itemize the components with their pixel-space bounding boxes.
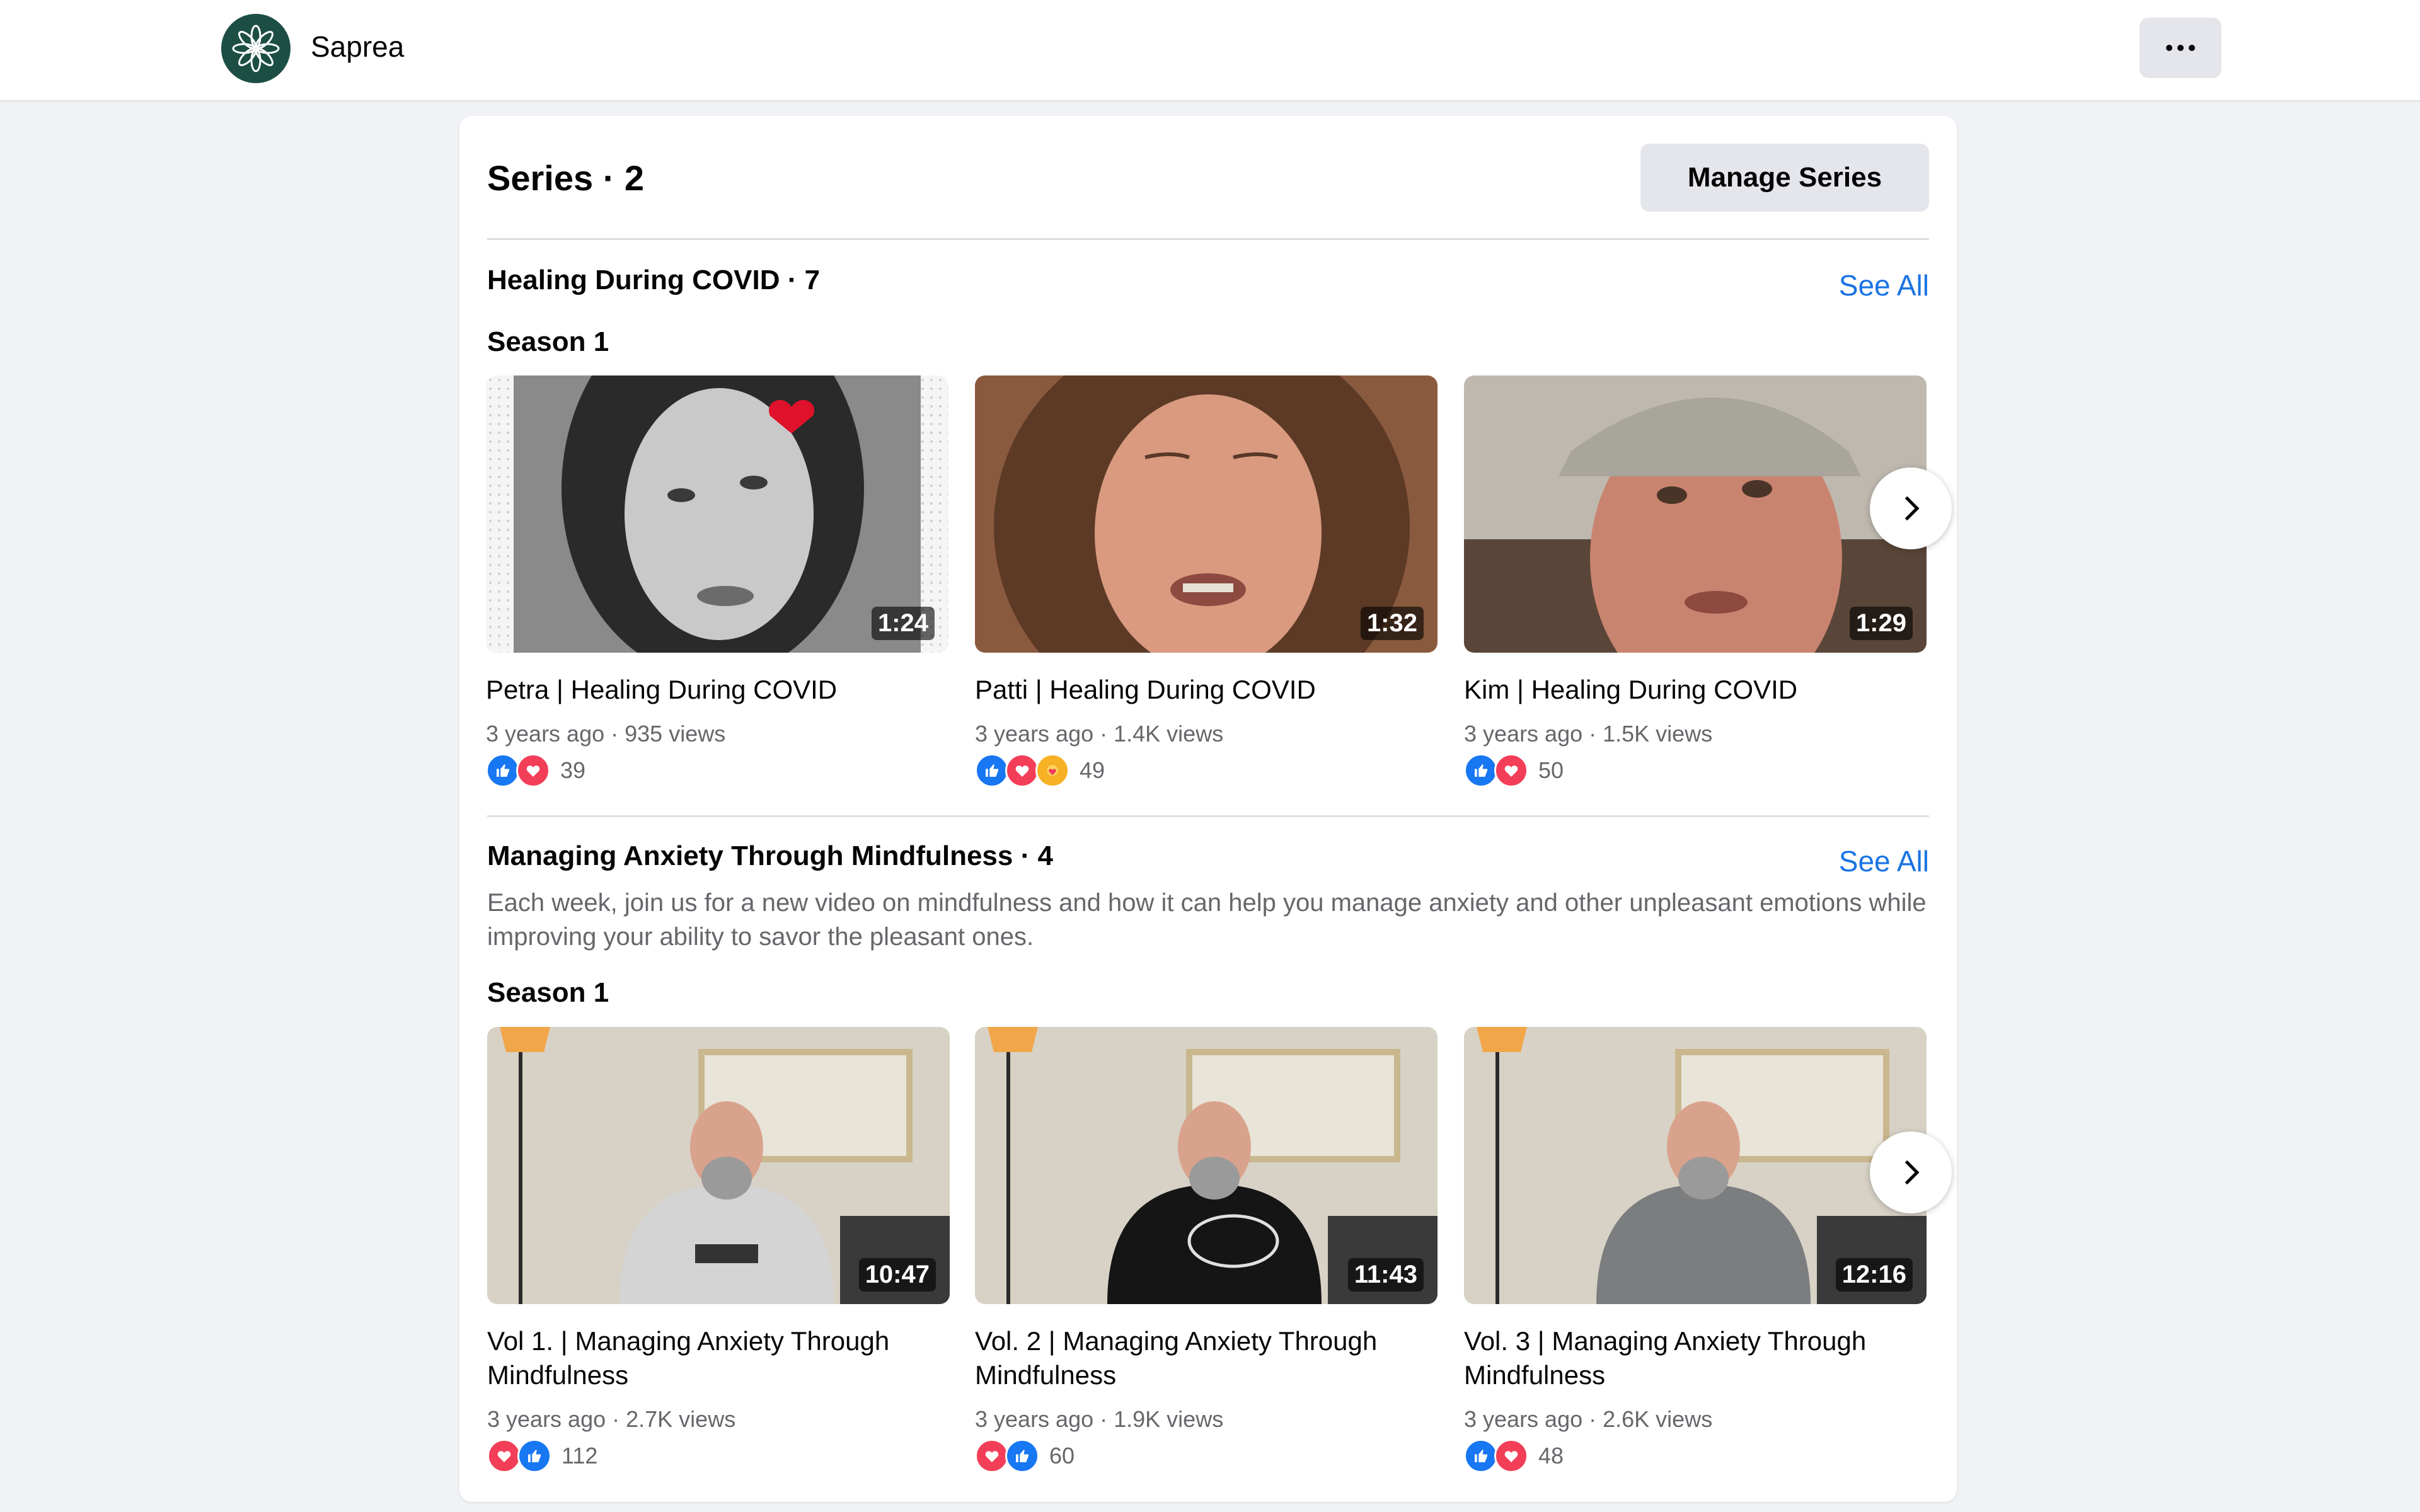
reaction-count: 49 — [1080, 757, 1105, 783]
manage-series-button[interactable]: Manage Series — [1640, 144, 1929, 212]
season-label: Season 1 — [487, 326, 609, 357]
video-age: 3 years ago — [1464, 1406, 1583, 1432]
like-reaction-icon — [1464, 753, 1498, 788]
love-reaction-icon — [516, 753, 550, 788]
see-all-link-healing[interactable]: See All — [1839, 268, 1929, 302]
video-meta: 3 years ago · 2.6K views — [1464, 1406, 1713, 1432]
video-views: 2.6K views — [1603, 1406, 1713, 1432]
video-views: 1.9K views — [1114, 1406, 1224, 1432]
reaction-count: 112 — [562, 1443, 598, 1469]
video-age: 3 years ago — [975, 1406, 1094, 1432]
video-duration: 1:24 — [871, 607, 935, 640]
page-name[interactable]: Saprea — [311, 30, 404, 64]
video-title[interactable]: Vol. 3 | Managing Anxiety Through Mindfu… — [1464, 1324, 1927, 1392]
like-reaction-icon — [1464, 1439, 1498, 1473]
video-duration: 1:32 — [1360, 607, 1424, 640]
season-label: Season 1 — [487, 977, 609, 1008]
video-title[interactable]: Vol 1. | Managing Anxiety Through Mindfu… — [487, 1324, 950, 1392]
like-reaction-icon — [975, 753, 1009, 788]
top-bar: Saprea — [0, 0, 2420, 101]
love-reaction-icon — [975, 1439, 1009, 1473]
reaction-count: 50 — [1538, 757, 1564, 783]
video-duration: 11:43 — [1347, 1258, 1424, 1292]
flower-logo-icon[interactable] — [221, 14, 291, 83]
video-views: 935 views — [625, 721, 726, 747]
series-card: Series · 2 Manage Series Healing During … — [459, 116, 1957, 1502]
video-thumbnail[interactable]: 1:29 — [1464, 375, 1927, 653]
video-thumbnail[interactable]: 12:16 — [1464, 1027, 1927, 1304]
video-age: 3 years ago — [486, 721, 605, 747]
divider — [487, 238, 1929, 240]
video-thumbnail[interactable]: 1:24 — [486, 375, 948, 653]
reaction-count: 39 — [560, 757, 586, 783]
video-title[interactable]: Kim | Healing During COVID — [1464, 673, 1927, 707]
video-views: 1.4K views — [1114, 721, 1224, 747]
series-title-healing[interactable]: Healing During COVID · 7 — [487, 265, 820, 296]
video-reactions[interactable]: 48 — [1464, 1439, 1564, 1473]
divider — [487, 815, 1929, 817]
video-reactions[interactable]: 112 — [487, 1439, 597, 1473]
video-meta: 3 years ago · 935 views — [486, 721, 726, 747]
like-reaction-icon — [1005, 1439, 1039, 1473]
series-description: Each week, join us for a new video on mi… — [487, 889, 1927, 951]
next-arrow-button[interactable] — [1870, 467, 1952, 549]
series-title-mindfulness[interactable]: Managing Anxiety Through Mindfulness · 4 — [487, 840, 1053, 872]
video-views: 2.7K views — [626, 1406, 736, 1432]
video-duration: 1:29 — [1849, 607, 1913, 640]
video-duration: 10:47 — [858, 1258, 936, 1292]
reaction-count: 48 — [1538, 1443, 1564, 1469]
video-reactions[interactable]: 60 — [975, 1439, 1075, 1473]
like-reaction-icon — [517, 1439, 551, 1473]
more-options-button[interactable] — [2140, 18, 2221, 78]
see-all-link-mindfulness[interactable]: See All — [1839, 844, 1929, 878]
like-reaction-icon — [486, 753, 520, 788]
reaction-count: 60 — [1049, 1443, 1075, 1469]
love-reaction-icon — [1494, 753, 1528, 788]
video-meta: 3 years ago · 2.7K views — [487, 1406, 736, 1432]
more-options-icon — [2166, 45, 2172, 51]
next-arrow-button[interactable] — [1870, 1131, 1952, 1213]
more-options-icon-dot — [2177, 45, 2184, 51]
video-duration: 12:16 — [1835, 1258, 1913, 1292]
series-heading: Series · 2 — [487, 158, 645, 198]
video-thumbnail[interactable]: 10:47 — [487, 1027, 950, 1304]
video-meta: 3 years ago · 1.4K views — [975, 721, 1224, 747]
chevron-right-icon — [1904, 1160, 1920, 1185]
video-views: 1.5K views — [1603, 721, 1713, 747]
more-options-icon-dot — [2189, 45, 2195, 51]
video-title[interactable]: Petra | Healing During COVID — [486, 673, 948, 707]
video-age: 3 years ago — [1464, 721, 1583, 747]
video-age: 3 years ago — [487, 1406, 606, 1432]
love-reaction-icon — [487, 1439, 521, 1473]
video-reactions[interactable]: 50 — [1464, 753, 1564, 788]
video-age: 3 years ago — [975, 721, 1094, 747]
video-thumbnail[interactable]: 11:43 — [975, 1027, 1438, 1304]
love-reaction-icon — [1494, 1439, 1528, 1473]
video-meta: 3 years ago · 1.9K views — [975, 1406, 1224, 1432]
video-reactions[interactable]: 39 — [486, 753, 585, 788]
care-reaction-icon — [1035, 753, 1069, 788]
love-reaction-icon — [1005, 753, 1039, 788]
video-meta: 3 years ago · 1.5K views — [1464, 721, 1713, 747]
video-title[interactable]: Patti | Healing During COVID — [975, 673, 1438, 707]
video-reactions[interactable]: 49 — [975, 753, 1105, 788]
video-thumbnail[interactable]: 1:32 — [975, 375, 1438, 653]
chevron-right-icon — [1904, 496, 1920, 521]
video-title[interactable]: Vol. 2 | Managing Anxiety Through Mindfu… — [975, 1324, 1438, 1392]
